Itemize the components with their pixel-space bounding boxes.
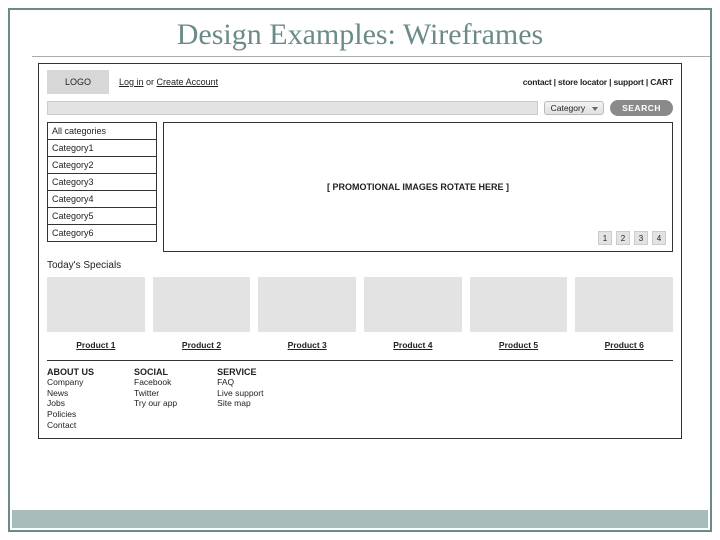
contact-link[interactable]: contact [523,77,552,87]
product-image [153,277,251,332]
footer-head: SOCIAL [134,367,177,377]
login-link[interactable]: Log in [119,77,144,87]
category-item[interactable]: Category5 [47,208,157,225]
product-label: Product 1 [76,340,115,350]
product-image [364,277,462,332]
category-dropdown-label: Category [551,103,586,113]
category-item[interactable]: Category1 [47,140,157,157]
product-card[interactable]: Product 6 [575,277,673,350]
product-card[interactable]: Product 3 [258,277,356,350]
product-card[interactable]: Product 4 [364,277,462,350]
auth-row: Log in or Create Account [119,77,218,87]
footer-link[interactable]: Facebook [134,377,177,388]
slide-title: Design Examples: Wireframes [10,10,710,56]
footer-link[interactable]: Company [47,377,94,388]
promo-pager: 1 2 3 4 [598,231,666,245]
product-image [575,277,673,332]
footer-link[interactable]: Twitter [134,388,177,399]
footer-link[interactable]: Site map [217,398,263,409]
product-label: Product 4 [393,340,432,350]
search-row: Category SEARCH [47,100,673,116]
product-image [470,277,568,332]
support-link[interactable]: support [613,77,643,87]
slide-frame: Design Examples: Wireframes LOGO Log in … [8,8,712,532]
product-row: Product 1 Product 2 Product 3 Product 4 … [47,277,673,350]
mid-row: All categories Category1 Category2 Categ… [47,122,673,252]
footer-link[interactable]: News [47,388,94,399]
search-input[interactable] [47,101,538,115]
wireframe-container: LOGO Log in or Create Account contact | … [38,63,682,439]
title-rule [32,56,710,57]
product-card[interactable]: Product 1 [47,277,145,350]
top-links: contact | store locator | support | CART [523,77,673,87]
promo-label: [ PROMOTIONAL IMAGES ROTATE HERE ] [327,182,509,192]
topbar: LOGO Log in or Create Account contact | … [47,70,673,94]
product-label: Product 2 [182,340,221,350]
promo-page-1[interactable]: 1 [598,231,612,245]
cart-link[interactable]: CART [650,77,673,87]
category-item[interactable]: Category4 [47,191,157,208]
footer-link[interactable]: FAQ [217,377,263,388]
slide-bottom-band [12,510,708,528]
footer: ABOUT US Company News Jobs Policies Cont… [47,360,673,430]
product-label: Product 3 [288,340,327,350]
product-image [47,277,145,332]
auth-sep: or [144,77,157,87]
footer-col-about: ABOUT US Company News Jobs Policies Cont… [47,367,94,430]
store-locator-link[interactable]: store locator [558,77,607,87]
footer-link[interactable]: Contact [47,420,94,431]
promo-page-4[interactable]: 4 [652,231,666,245]
product-image [258,277,356,332]
product-label: Product 6 [605,340,644,350]
promo-page-3[interactable]: 3 [634,231,648,245]
product-card[interactable]: Product 2 [153,277,251,350]
footer-head: ABOUT US [47,367,94,377]
footer-col-service: SERVICE FAQ Live support Site map [217,367,263,430]
create-account-link[interactable]: Create Account [157,77,219,87]
search-button[interactable]: SEARCH [610,100,673,116]
footer-col-social: SOCIAL Facebook Twitter Try our app [134,367,177,430]
category-list: All categories Category1 Category2 Categ… [47,122,157,252]
promo-page-2[interactable]: 2 [616,231,630,245]
promo-area: [ PROMOTIONAL IMAGES ROTATE HERE ] 1 2 3… [163,122,673,252]
footer-link[interactable]: Jobs [47,398,94,409]
footer-head: SERVICE [217,367,263,377]
category-dropdown[interactable]: Category [544,101,605,115]
category-item[interactable]: Category3 [47,174,157,191]
footer-link[interactable]: Live support [217,388,263,399]
product-label: Product 5 [499,340,538,350]
category-item[interactable]: Category2 [47,157,157,174]
specials-heading: Today's Specials [47,260,673,271]
category-item[interactable]: All categories [47,123,157,140]
category-item[interactable]: Category6 [47,225,157,242]
footer-link[interactable]: Try our app [134,398,177,409]
footer-link[interactable]: Policies [47,409,94,420]
product-card[interactable]: Product 5 [470,277,568,350]
logo[interactable]: LOGO [47,70,109,94]
